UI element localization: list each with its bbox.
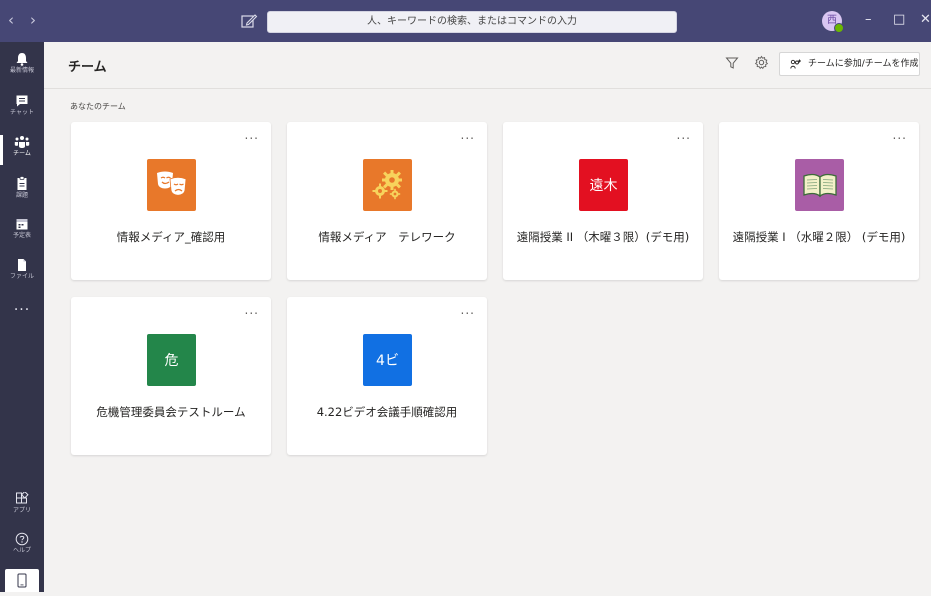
more-options-icon[interactable]: ... [677, 129, 691, 141]
main-content: チーム チームに参加/チームを作成 あなたのチーム ... 情報メディア_確認用… [44, 42, 931, 592]
more-options-icon[interactable]: ... [893, 129, 907, 141]
team-name: 情報メディア テレワーク [318, 230, 456, 244]
close-icon[interactable]: ✕ [920, 11, 931, 29]
team-card[interactable]: ... 情報メディア テレワーク [287, 122, 487, 280]
team-tile [795, 159, 844, 211]
rail-item-label: チャット [10, 109, 34, 116]
rail-item-calendar[interactable]: 予定表 [0, 213, 44, 253]
more-options-icon[interactable]: ... [461, 129, 475, 141]
page-header: チーム チームに参加/チームを作成 [44, 42, 931, 89]
app-rail: 最新情報 チャット チーム 課題 予定表 ファイル ... アプリ ヘルプ [0, 42, 44, 592]
team-card[interactable]: ... 情報メディア_確認用 [71, 122, 271, 280]
assignments-icon [17, 176, 27, 190]
minimize-icon[interactable]: – [865, 11, 872, 29]
rail-item-help[interactable]: ヘルプ [0, 528, 44, 568]
join-or-create-team-label: チームに参加/チームを作成 [808, 59, 919, 69]
rail-item-files[interactable]: ファイル [0, 254, 44, 294]
team-tile: 遠木 [579, 159, 628, 211]
avatar[interactable]: 西 [822, 11, 844, 33]
team-card[interactable]: ... 4ビ 4.22ビデオ会議手順確認用 [287, 297, 487, 455]
title-bar: ‹ › 人、キーワードの検索、またはコマンドの入力 西 – □ ✕ [0, 0, 931, 42]
join-or-create-team-button[interactable]: チームに参加/チームを作成 [779, 52, 920, 76]
book-icon [802, 173, 837, 198]
rail-item-assignments[interactable]: 課題 [0, 172, 44, 212]
rail-item-apps[interactable]: アプリ [0, 488, 44, 528]
teams-icon [14, 136, 30, 148]
more-options-icon[interactable]: ... [245, 304, 259, 316]
rail-item-activity[interactable]: 最新情報 [0, 48, 44, 88]
bell-icon [16, 53, 28, 66]
rail-item-label: アプリ [12, 507, 31, 514]
rail-item-label: 課題 [15, 192, 28, 199]
help-icon [15, 532, 29, 546]
rail-item-label: 最新情報 [9, 67, 34, 74]
rail-item-label: チーム [13, 150, 31, 157]
download-mobile-button[interactable] [5, 569, 39, 592]
presence-available-icon [834, 23, 844, 33]
more-options-icon[interactable]: ... [461, 304, 475, 316]
your-teams-heading: あなたのチーム [70, 102, 126, 111]
calendar-icon [16, 219, 28, 230]
chat-icon [16, 95, 28, 107]
compose-icon[interactable] [239, 11, 259, 31]
team-name: 情報メディア_確認用 [116, 230, 226, 244]
team-tile: 危 [147, 334, 196, 386]
apps-icon [16, 492, 29, 504]
search-input[interactable]: 人、キーワードの検索、またはコマンドの入力 [267, 11, 677, 33]
more-options-icon[interactable]: ... [245, 129, 259, 141]
back-arrow-icon[interactable]: ‹ [8, 11, 14, 29]
team-tile: 4ビ [363, 334, 412, 386]
theater-masks-icon [156, 171, 186, 196]
add-team-icon [790, 59, 801, 69]
team-tile-initials: 4ビ [376, 353, 399, 369]
rail-item-chat[interactable]: チャット [0, 90, 44, 130]
team-name: 4.22ビデオ会議手順確認用 [316, 405, 458, 419]
team-tile-initials: 遠木 [589, 178, 618, 194]
team-tile [363, 159, 412, 211]
team-name: 危機管理委員会テストルーム [96, 405, 246, 419]
rail-item-label: ヘルプ [12, 547, 31, 554]
team-card[interactable]: ... 遠隔授業 I （水曜２限） (デモ用) [719, 122, 919, 280]
team-tile [147, 159, 196, 211]
team-name: 遠隔授業 II （木曜３限）(デモ用) [516, 230, 690, 244]
rail-item-label: ファイル [9, 273, 34, 280]
forward-arrow-icon[interactable]: › [30, 11, 36, 29]
maximize-icon[interactable]: □ [893, 11, 905, 29]
gear-icon[interactable] [754, 55, 769, 70]
rail-item-label: 予定表 [12, 232, 31, 239]
team-name: 遠隔授業 I （水曜２限） (デモ用) [732, 230, 906, 244]
files-icon [18, 259, 26, 271]
gears-icon [372, 170, 402, 200]
team-card[interactable]: ... 遠木 遠隔授業 II （木曜３限）(デモ用) [503, 122, 703, 280]
mobile-phone-icon [17, 573, 27, 588]
rail-item-teams[interactable]: チーム [0, 131, 44, 171]
more-apps-button[interactable]: ... [0, 298, 44, 314]
page-title: チーム [68, 60, 107, 75]
filter-icon[interactable] [725, 56, 739, 70]
team-tile-initials: 危 [164, 353, 179, 369]
team-card[interactable]: ... 危 危機管理委員会テストルーム [71, 297, 271, 455]
